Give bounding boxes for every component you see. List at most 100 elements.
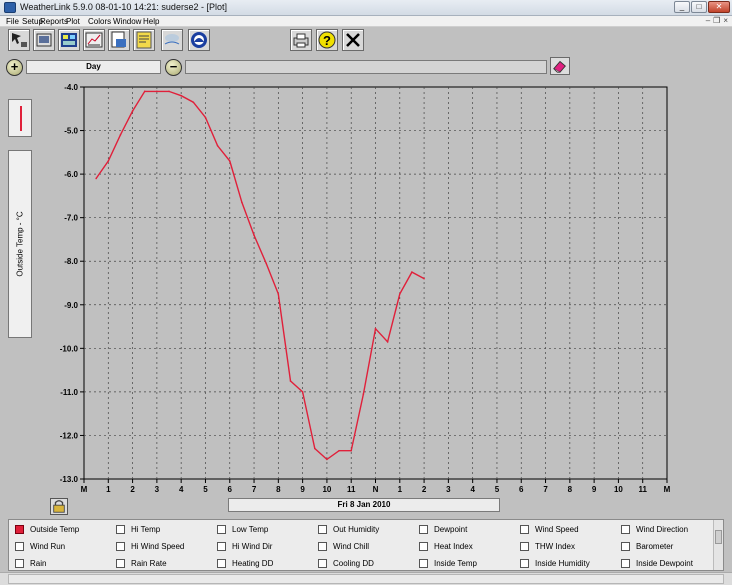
parameter-checkbox[interactable]	[621, 542, 630, 551]
x-tick-label: 7	[543, 485, 548, 494]
parameter-label: Wind Run	[30, 542, 66, 551]
parameter-checkbox[interactable]	[217, 559, 226, 568]
parameter-heating-dd[interactable]: Heating DD	[217, 557, 273, 570]
parameter-hi-temp[interactable]: Hi Temp	[116, 523, 160, 536]
parameter-dewpoint[interactable]: Dewpoint	[419, 523, 467, 536]
parameter-checkbox[interactable]	[116, 559, 125, 568]
parameter-checkbox[interactable]	[15, 559, 24, 568]
parameter-checkbox[interactable]	[419, 525, 428, 534]
x-tick-label: 9	[300, 485, 305, 494]
parameter-checkbox[interactable]	[621, 525, 630, 534]
parameter-checkbox[interactable]	[520, 559, 529, 568]
parameter-checkbox[interactable]	[318, 542, 327, 551]
outside-temp-point	[241, 201, 243, 204]
parameter-label: Heat Index	[434, 542, 473, 551]
parameter-rain[interactable]: Rain	[15, 557, 46, 570]
parameter-checkbox[interactable]	[116, 525, 125, 534]
parameter-label: Inside Humidity	[535, 559, 590, 568]
parameter-outside-temp[interactable]: Outside Temp	[15, 523, 79, 536]
parameter-panel: Outside Temp Hi Temp Low Temp Out Humidity D…	[8, 519, 724, 571]
y-tick-label: -9.0	[64, 301, 78, 310]
outside-temp-point	[398, 293, 401, 295]
parameter-checkbox[interactable]	[419, 559, 428, 568]
parameter-low-temp[interactable]: Low Temp	[217, 523, 268, 536]
outside-temp-point	[156, 90, 158, 93]
parameter-barometer[interactable]: Barometer	[621, 540, 673, 553]
parameter-thw-index[interactable]: THW Index	[520, 540, 575, 553]
parameter-label: Dewpoint	[434, 525, 468, 534]
outside-temp-point	[95, 177, 97, 180]
parameter-checkbox[interactable]	[217, 542, 226, 551]
y-tick-label: -6.0	[64, 170, 78, 179]
parameter-inside-temp[interactable]: Inside Temp	[419, 557, 477, 570]
parameter-label: Low Temp	[232, 525, 269, 534]
x-tick-label: 2	[130, 485, 135, 494]
parameter-wind-direction[interactable]: Wind Direction	[621, 523, 688, 536]
parameter-label: Hi Temp	[131, 525, 161, 534]
parameter-hi-wind-dir[interactable]: Hi Wind Dir	[217, 540, 272, 553]
x-tick-label: M	[81, 485, 88, 494]
parameter-scrollbar[interactable]	[713, 520, 723, 570]
parameter-label: Inside Dewpoint	[636, 559, 693, 568]
outside-temp-point	[204, 116, 207, 119]
parameter-checkbox[interactable]	[15, 525, 24, 534]
outside-temp-point	[265, 262, 267, 265]
outside-temp-point	[119, 134, 122, 136]
y-tick-label: -13.0	[60, 475, 79, 484]
outside-temp-point	[228, 160, 231, 162]
parameter-checkbox[interactable]	[419, 542, 428, 551]
x-tick-label: N	[373, 485, 379, 494]
parameter-hi-wind-speed[interactable]: Hi Wind Speed	[116, 540, 184, 553]
x-tick-label: 6	[228, 485, 233, 494]
parameter-label: THW Index	[535, 542, 576, 551]
parameter-checkbox[interactable]	[318, 525, 327, 534]
parameter-label: Wind Chill	[333, 542, 370, 551]
outside-temp-point	[131, 110, 134, 112]
y-tick-label: -5.0	[64, 127, 78, 136]
parameter-inside-humidity[interactable]: Inside Humidity	[520, 557, 590, 570]
outside-temp-point	[423, 277, 425, 280]
x-tick-label: 10	[322, 485, 331, 494]
parameter-rain-rate[interactable]: Rain Rate	[116, 557, 167, 570]
parameter-checkbox[interactable]	[318, 559, 327, 568]
parameter-checkbox[interactable]	[116, 542, 125, 551]
parameter-label: Heating DD	[232, 559, 274, 568]
parameter-wind-speed[interactable]: Wind Speed	[520, 523, 579, 536]
outside-temp-point	[143, 90, 146, 93]
parameter-label: Rain	[30, 559, 47, 568]
outside-temp-line	[95, 90, 425, 461]
x-tick-label: 8	[568, 485, 573, 494]
x-tick-label: 11	[347, 485, 356, 494]
outside-temp-point	[386, 341, 389, 343]
parameter-label: Wind Speed	[535, 525, 579, 534]
horizontal-scrollbar[interactable]	[8, 574, 724, 584]
parameter-wind-run[interactable]: Wind Run	[15, 540, 65, 553]
y-tick-label: -8.0	[64, 257, 78, 266]
outside-temp-point	[192, 101, 195, 104]
y-tick-label: -11.0	[60, 388, 78, 397]
parameter-out-humidity[interactable]: Out Humidity	[318, 523, 379, 536]
parameter-checkbox[interactable]	[621, 559, 630, 568]
parameter-wind-chill[interactable]: Wind Chill	[318, 540, 369, 553]
outside-temp-point	[301, 391, 304, 393]
parameter-checkbox[interactable]	[217, 525, 226, 534]
x-tick-label: 8	[276, 485, 281, 494]
y-tick-label: -7.0	[64, 214, 78, 223]
x-tick-label: 2	[422, 485, 427, 494]
date-label: Fri 8 Jan 2010	[228, 498, 500, 512]
parameter-checkbox[interactable]	[520, 542, 529, 551]
x-tick-label: 5	[203, 485, 208, 494]
parameter-heat-index[interactable]: Heat Index	[419, 540, 473, 553]
lock-icon[interactable]	[50, 498, 68, 515]
parameter-checkbox[interactable]	[15, 542, 24, 551]
outside-temp-point	[326, 458, 328, 461]
x-tick-label: 1	[106, 485, 111, 494]
parameter-inside-dewpoint[interactable]: Inside Dewpoint	[621, 557, 693, 570]
parameter-checkbox[interactable]	[520, 525, 529, 534]
x-tick-label: 4	[470, 485, 475, 494]
outside-temp-point	[253, 234, 255, 236]
x-tick-label: 3	[155, 485, 160, 494]
parameter-label: Inside Temp	[434, 559, 477, 568]
parameter-label: Out Humidity	[333, 525, 380, 534]
parameter-cooling-dd[interactable]: Cooling DD	[318, 557, 374, 570]
